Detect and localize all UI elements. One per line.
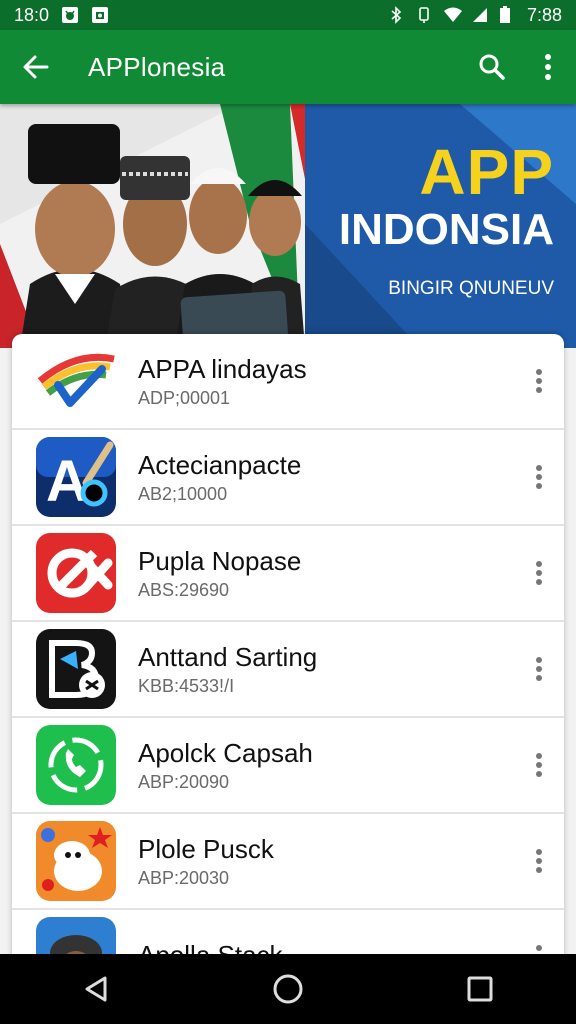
banner-title-app: APP: [419, 136, 554, 208]
search-button[interactable]: [464, 30, 520, 104]
list-item[interactable]: Plole Pusck ABP:20030: [12, 814, 564, 910]
more-vert-icon: [536, 657, 542, 681]
green-phone-icon: [36, 725, 116, 805]
back-button[interactable]: [0, 30, 72, 104]
app-name: Apolck Capsah: [138, 737, 313, 768]
banner-subtitle: BINGIR QNUNEUV: [388, 278, 554, 299]
more-vert-icon: [536, 465, 542, 489]
app-code: ABP:20030: [138, 867, 230, 888]
app-code: ABS:29690: [138, 579, 230, 600]
item-more-button[interactable]: [514, 429, 564, 525]
item-more-button[interactable]: [514, 621, 564, 717]
wifi-icon: [443, 6, 462, 24]
page-title: APPlonesia: [88, 51, 226, 82]
more-vert-icon: [545, 54, 551, 80]
list-item[interactable]: APPA lindayas ADP;00001: [12, 334, 564, 430]
app-code: KBB:4533!/I: [138, 675, 235, 696]
list-item[interactable]: Pupla Nopase ABS:29690: [12, 526, 564, 622]
nav-back-button[interactable]: [66, 959, 126, 1019]
arrow-left-icon: [23, 55, 49, 79]
app-list: APPA lindayas ADP;00001 A Actecianpacte …: [12, 334, 564, 974]
more-vert-icon: [536, 753, 542, 777]
rainbow-check-icon: [36, 341, 116, 421]
cartoon-mascot-icon: [36, 821, 116, 901]
more-vert-icon: [536, 849, 542, 873]
letter-a-pen-icon: A: [36, 437, 116, 517]
svg-text:A: A: [46, 449, 88, 514]
banner-title-indonesia: INDONSIA: [338, 205, 554, 254]
signal-icon: [471, 6, 489, 24]
app-name: APPA lindayas: [138, 353, 307, 384]
letter-b-shield-icon: [36, 629, 116, 709]
circle-home-icon: [273, 974, 303, 1004]
item-more-button[interactable]: [514, 334, 564, 429]
app-name: Pupla Nopase: [138, 545, 302, 576]
square-recents-icon: [467, 976, 493, 1002]
battery-icon: [499, 6, 517, 24]
status-clock: 7:88: [526, 4, 562, 25]
app-name: Plole Pusck: [138, 833, 274, 864]
app-bar: APPlonesia: [0, 30, 576, 104]
vibrate-icon: [415, 6, 433, 24]
nav-recents-button[interactable]: [450, 959, 510, 1019]
nav-home-button[interactable]: [258, 959, 318, 1019]
item-more-button[interactable]: [514, 813, 564, 909]
list-item[interactable]: Anttand Sarting KBB:4533!/I: [12, 622, 564, 718]
more-options-button[interactable]: [520, 30, 576, 104]
more-vert-icon: [536, 369, 542, 393]
app-code: AB2;10000: [138, 483, 228, 504]
app-code: ABP:20090: [138, 771, 230, 792]
bluetooth-icon: [387, 6, 405, 24]
item-more-button[interactable]: [514, 525, 564, 621]
status-bar: 18:0 7:88: [0, 0, 576, 30]
status-time: 18:0: [14, 4, 50, 25]
app-name: Actecianpacte: [138, 449, 302, 480]
list-item[interactable]: A Actecianpacte AB2;10000: [12, 430, 564, 526]
app-code: ADP;00001: [138, 387, 231, 408]
triangle-back-icon: [85, 976, 107, 1002]
more-vert-icon: [536, 561, 542, 585]
promo-banner[interactable]: APP INDONSIA BINGIR QNUNEUV: [0, 104, 576, 348]
camera-notification-icon: [91, 6, 109, 24]
list-item[interactable]: Apolck Capsah ABP:20090: [12, 718, 564, 814]
cat-notification-icon: [61, 6, 79, 24]
system-nav-bar: [0, 954, 576, 1024]
item-more-button[interactable]: [514, 717, 564, 813]
red-no-symbol-icon: [36, 533, 116, 613]
app-name: Anttand Sarting: [138, 641, 318, 672]
search-icon: [479, 54, 505, 80]
banner-text: APP INDONSIA BINGIR QNUNEUV: [339, 140, 554, 300]
